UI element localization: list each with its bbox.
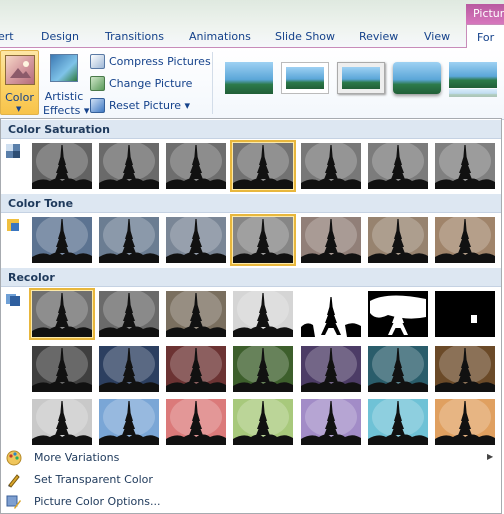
tab-slide-show[interactable]: Slide Show bbox=[275, 30, 335, 43]
tone-swatch-5[interactable] bbox=[301, 217, 361, 263]
color-tone-icon bbox=[5, 217, 21, 233]
compress-icon bbox=[90, 54, 105, 69]
recolor-swatch-2[interactable] bbox=[99, 291, 159, 337]
picture-color-options-item[interactable]: Picture Color Options... bbox=[1, 491, 501, 513]
recolor-dark-swatch-3[interactable] bbox=[166, 346, 226, 392]
tone-swatch-1[interactable] bbox=[32, 217, 92, 263]
reset-icon bbox=[90, 98, 105, 113]
tab-design[interactable]: Design bbox=[41, 30, 79, 43]
recolor-dark-swatch-6[interactable] bbox=[368, 346, 428, 392]
pen-icon bbox=[6, 472, 22, 488]
recolor-dark-swatch-2[interactable] bbox=[99, 346, 159, 392]
artistic-label: Artistic bbox=[44, 90, 84, 103]
saturation-swatch-6[interactable] bbox=[368, 143, 428, 189]
color-button[interactable]: Color ▼ bbox=[0, 50, 39, 115]
saturation-swatch-2[interactable] bbox=[99, 143, 159, 189]
picture-style-3[interactable] bbox=[337, 62, 385, 94]
recolor-dark-swatch-5[interactable] bbox=[301, 346, 361, 392]
picture-style-2[interactable] bbox=[281, 62, 329, 94]
set-transparent-color-item[interactable]: Set Transparent Color bbox=[1, 469, 501, 491]
powerpoint-window: ert Design Transitions Animations Slide … bbox=[0, 0, 504, 514]
picture-style-5[interactable] bbox=[449, 62, 497, 97]
reset-picture-button[interactable]: Reset Picture ▾ bbox=[90, 96, 208, 116]
recolor-light-swatch-4[interactable] bbox=[233, 399, 293, 445]
chevron-down-icon: ▼ bbox=[16, 105, 22, 113]
recolor-light-swatch-7[interactable] bbox=[435, 399, 495, 445]
tone-swatch-7[interactable] bbox=[435, 217, 495, 263]
recolor-dark-swatch-1[interactable] bbox=[32, 346, 92, 392]
change-picture-icon bbox=[90, 76, 105, 91]
color-saturation-header: Color Saturation bbox=[1, 120, 501, 139]
saturation-swatch-3[interactable] bbox=[166, 143, 226, 189]
tab-insert[interactable]: ert bbox=[0, 30, 14, 43]
change-picture-button[interactable]: Change Picture bbox=[90, 74, 208, 94]
ribbon-tab-bar: ert Design Transitions Animations Slide … bbox=[0, 0, 504, 49]
recolor-swatch-7[interactable] bbox=[435, 291, 495, 337]
recolor-light-swatch-2[interactable] bbox=[99, 399, 159, 445]
artistic-effects-button[interactable]: Artistic Effects ▾ bbox=[41, 50, 90, 117]
picture-style-1[interactable] bbox=[225, 62, 273, 94]
recolor-swatch-3[interactable] bbox=[166, 291, 226, 337]
tone-swatch-6[interactable] bbox=[368, 217, 428, 263]
tab-animations[interactable]: Animations bbox=[189, 30, 251, 43]
color-label: Color bbox=[5, 91, 34, 104]
color-tone-header: Color Tone bbox=[1, 194, 501, 213]
saturation-swatch-4[interactable] bbox=[230, 140, 296, 192]
color-icon bbox=[5, 55, 35, 85]
recolor-header: Recolor bbox=[1, 268, 501, 287]
saturation-swatch-7[interactable] bbox=[435, 143, 495, 189]
recolor-swatch-1[interactable] bbox=[29, 288, 95, 340]
recolor-swatch-6[interactable] bbox=[368, 291, 428, 337]
recolor-swatch-5[interactable] bbox=[301, 291, 361, 337]
compress-pictures-button[interactable]: Compress Pictures bbox=[90, 52, 211, 72]
recolor-dark-swatch-7[interactable] bbox=[435, 346, 495, 392]
recolor-light-swatch-3[interactable] bbox=[166, 399, 226, 445]
tab-transitions[interactable]: Transitions bbox=[105, 30, 164, 43]
palette-icon bbox=[6, 450, 22, 466]
ribbon: Color ▼ Artistic Effects ▾ Compress Pict… bbox=[0, 48, 504, 120]
tab-format[interactable]: For bbox=[466, 24, 504, 49]
tone-swatch-2[interactable] bbox=[99, 217, 159, 263]
color-gallery-dropdown: Color Saturation Color Tone Recolor More… bbox=[0, 118, 502, 514]
color-options-icon bbox=[6, 494, 22, 510]
recolor-swatch-4[interactable] bbox=[233, 291, 293, 337]
saturation-swatch-1[interactable] bbox=[32, 143, 92, 189]
recolor-icon bbox=[5, 291, 21, 307]
recolor-light-swatch-6[interactable] bbox=[368, 399, 428, 445]
saturation-icon bbox=[5, 143, 21, 159]
picture-tools-header: Picture bbox=[466, 4, 504, 24]
effects-label: Effects ▾ bbox=[43, 104, 90, 117]
recolor-light-swatch-5[interactable] bbox=[301, 399, 361, 445]
picture-style-4[interactable] bbox=[393, 62, 441, 94]
recolor-light-swatch-1[interactable] bbox=[32, 399, 92, 445]
saturation-swatch-5[interactable] bbox=[301, 143, 361, 189]
tab-view[interactable]: View bbox=[424, 30, 450, 43]
tone-swatch-3[interactable] bbox=[166, 217, 226, 263]
artistic-effects-icon bbox=[50, 54, 78, 82]
recolor-dark-swatch-4[interactable] bbox=[233, 346, 293, 392]
ribbon-separator bbox=[212, 52, 213, 114]
more-variations-item[interactable]: More Variations ▶ bbox=[1, 447, 501, 469]
tab-review[interactable]: Review bbox=[359, 30, 398, 43]
submenu-arrow-icon: ▶ bbox=[487, 452, 494, 461]
tone-swatch-4[interactable] bbox=[230, 214, 296, 266]
